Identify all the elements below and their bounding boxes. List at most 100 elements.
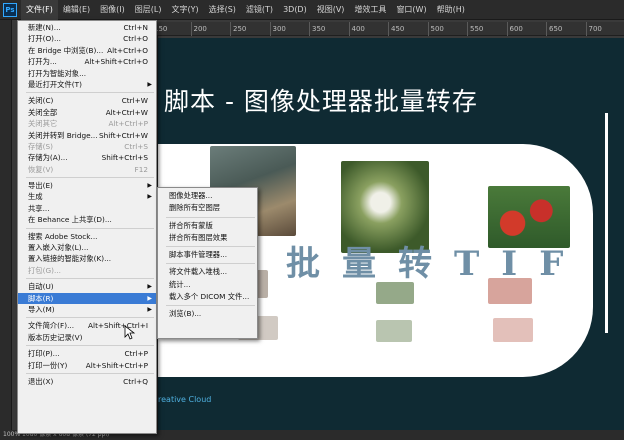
menu-1[interactable]: 编辑(E)	[58, 0, 95, 20]
file-menu-item: 恢复(V) F12	[18, 164, 156, 175]
menu-item-label: 共享...	[28, 203, 50, 213]
menu-9[interactable]: 增效工具	[349, 0, 391, 20]
menu-item-shortcut: Ctrl+N	[123, 23, 148, 32]
menu-item-shortcut: Shift+Ctrl+S	[101, 153, 148, 163]
menu-0[interactable]: 文件(F)	[21, 0, 58, 20]
file-menu-item[interactable]: 共享...	[18, 203, 156, 214]
scripts-menu-item[interactable]: 删除所有空图层	[158, 202, 257, 214]
menu-3[interactable]: 图层(L)	[130, 0, 167, 20]
scripts-menu-item[interactable]: 图像处理器...	[158, 190, 257, 202]
menu-item-shortcut: Alt+Ctrl+W	[105, 107, 148, 117]
scripts-menu-item[interactable]: 拼合所有图层效果	[158, 232, 257, 244]
menu-item-shortcut: Alt+Shift+Ctrl+I	[88, 321, 148, 331]
file-menu-item[interactable]: 在 Bridge 中浏览(B)... Alt+Ctrl+O	[18, 45, 156, 56]
menu-item-label: 置入链接的智能对象(K)...	[28, 254, 112, 264]
menu-separator	[26, 227, 154, 229]
menu-5[interactable]: 选择(S)	[204, 0, 241, 20]
horizontal-ruler: 150 200 250 300 350 400 450 500 550 600 650 700	[146, 22, 624, 36]
menu-item-label: 打开为...	[28, 57, 57, 67]
file-menu-dropdown: 新建(N)... Ctrl+N 打开(O)... Ctrl+O 在 Bridge 中浏览…	[17, 20, 157, 434]
menu-item-shortcut: Ctrl+Q	[123, 376, 148, 386]
file-menu-item[interactable]: 脚本(R) ▶	[18, 292, 156, 304]
menu-item-label: 关闭全部	[28, 107, 58, 117]
menu-6[interactable]: 滤镜(T)	[241, 0, 278, 20]
menu-item-label: 打开为智能对象...	[28, 68, 87, 78]
file-menu-item[interactable]: 置入链接的智能对象(K)...	[18, 253, 156, 264]
ruler-tick: 400	[348, 22, 365, 36]
menu-separator	[26, 177, 154, 179]
photoshop-logo-icon[interactable]: Ps	[3, 2, 17, 17]
menu-separator	[26, 317, 154, 319]
file-menu-item[interactable]: 打印一份(Y) Alt+Shift+Ctrl+P	[18, 360, 156, 371]
menu-item-label: 恢复(V)	[28, 164, 54, 174]
file-menu-item[interactable]: 关闭全部 Alt+Ctrl+W	[18, 107, 156, 118]
menu-item-label: 导入(M)	[28, 304, 55, 314]
menu-item-label: 关闭并转到 Bridge...	[28, 130, 98, 140]
file-menu-item[interactable]: 置入嵌入对象(L)...	[18, 242, 156, 253]
thumbnail-small-5	[376, 320, 412, 342]
menu-separator	[166, 216, 255, 218]
menu-item-label: 关闭(C)	[28, 96, 54, 106]
menu-item-label: 导出(E)	[28, 181, 53, 191]
menu-item-label: 文件简介(F)...	[28, 321, 75, 331]
menu-item-label: 自动(U)	[28, 282, 54, 292]
file-menu-item[interactable]: 新建(N)... Ctrl+N	[18, 22, 156, 33]
menu-item-label: 关闭其它	[28, 119, 58, 129]
file-menu-item[interactable]: 文件简介(F)... Alt+Shift+Ctrl+I	[18, 320, 156, 331]
file-menu-item[interactable]: 生成 ▶	[18, 191, 156, 202]
file-menu-item[interactable]: 导出(E) ▶	[18, 180, 156, 191]
file-menu-item[interactable]: 退出(X) Ctrl+Q	[18, 376, 156, 387]
scripts-submenu: 图像处理器... 删除所有空图层 拼合所有蒙版 拼合所有图层效果 脚本事件管理器... 将…	[157, 187, 258, 339]
menu-bar: Ps 文件(F) 编辑(E) 图像(I) 图层(L) 文字(Y) 选择(S) 滤镜(T) 3D…	[0, 0, 624, 20]
menu-item-label: 在 Bridge 中浏览(B)...	[28, 45, 104, 55]
menu-item-label: 存储为(A)...	[28, 153, 68, 163]
scripts-menu-item[interactable]: 拼合所有蒙版	[158, 220, 257, 232]
menu-item-shortcut: Alt+Ctrl+P	[108, 119, 149, 129]
menu-item-label: 置入嵌入对象(L)...	[28, 243, 89, 253]
file-menu-item[interactable]: 版本历史记录(V)	[18, 332, 156, 343]
menu-item-label: 打包(G)...	[28, 265, 61, 275]
menu-item-label: 新建(N)...	[28, 23, 61, 32]
menu-7[interactable]: 3D(D)	[278, 0, 312, 20]
menu-item-label: 打开(O)...	[28, 34, 61, 44]
file-menu-item[interactable]: 打开(O)... Ctrl+O	[18, 33, 156, 44]
scripts-menu-item[interactable]: 浏览(B)...	[158, 308, 257, 320]
file-menu-item[interactable]: 搜索 Adobe Stock...	[18, 231, 156, 242]
scripts-menu-item[interactable]: 载入多个 DICOM 文件...	[158, 291, 257, 303]
file-menu-item[interactable]: 在 Behance 上共享(D)...	[18, 214, 156, 225]
watermark-text: www.rjtj.cn软荐网	[218, 347, 429, 373]
menu-2[interactable]: 图像(I)	[95, 0, 130, 20]
scripts-menu-item[interactable]: 脚本事件管理器...	[158, 249, 257, 261]
menu-8[interactable]: 视图(V)	[312, 0, 350, 20]
menu-10[interactable]: 窗口(W)	[391, 0, 431, 20]
menu-item-label: 打印(P)...	[28, 349, 60, 359]
file-menu-item[interactable]: 打印(P)... Ctrl+P	[18, 348, 156, 359]
file-menu-item[interactable]: 打开为智能对象...	[18, 68, 156, 79]
menu-4[interactable]: 文字(Y)	[166, 0, 203, 20]
menu-11[interactable]: 帮助(H)	[432, 0, 470, 20]
submenu-arrow-icon: ▶	[147, 283, 152, 291]
menu-item-shortcut: Ctrl+P	[124, 349, 149, 359]
file-menu-item[interactable]: 关闭并转到 Bridge... Shift+Ctrl+W	[18, 130, 156, 141]
file-menu-item: 打包(G)...	[18, 265, 156, 276]
file-menu-item[interactable]: 最近打开文件(T) ▶	[18, 79, 156, 90]
menu-separator	[166, 246, 255, 248]
menu-separator	[26, 92, 154, 94]
file-menu-item[interactable]: 导入(M) ▶	[18, 304, 156, 315]
menu-separator	[166, 305, 255, 307]
scripts-menu-item[interactable]: 将文件载入堆栈...	[158, 266, 257, 278]
scripts-menu-item[interactable]: 统计...	[158, 279, 257, 291]
ruler-tick: 700	[585, 22, 602, 36]
menu-separator	[26, 278, 154, 280]
submenu-arrow-icon: ▶	[147, 182, 152, 190]
menu-item-shortcut: Ctrl+O	[123, 34, 148, 44]
file-menu-item[interactable]: 打开为... Alt+Shift+Ctrl+O	[18, 56, 156, 67]
file-menu-item[interactable]: 存储为(A)... Shift+Ctrl+S	[18, 152, 156, 163]
menu-item-label: 打印一份(Y)	[28, 360, 68, 370]
thumbnail-small-6	[493, 318, 533, 342]
menu-separator	[26, 372, 154, 374]
file-menu-item[interactable]: 自动(U) ▶	[18, 281, 156, 292]
tools-panel	[0, 20, 12, 430]
ruler-tick: 650	[545, 22, 563, 36]
file-menu-item[interactable]: 关闭(C) Ctrl+W	[18, 95, 156, 106]
